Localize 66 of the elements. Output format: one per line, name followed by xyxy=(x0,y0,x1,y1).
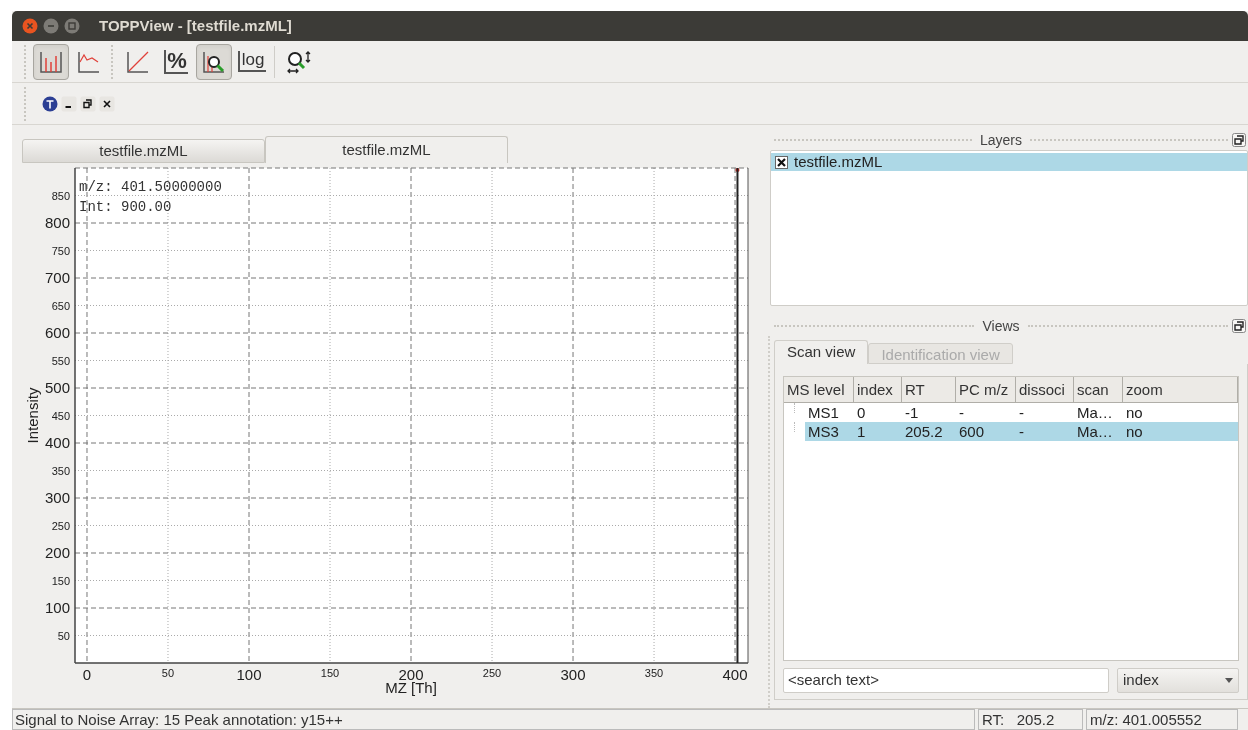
y-tick-label: 150 xyxy=(51,574,70,587)
x-tick-label: 100 xyxy=(236,666,262,683)
column-header[interactable]: PC m/z xyxy=(956,377,1016,402)
table-cell-text: - xyxy=(1018,422,1025,441)
y-tick-label: 500 xyxy=(44,379,70,396)
y-tick-label: 350 xyxy=(51,464,70,477)
table-cell-text: MS1 xyxy=(807,403,840,422)
table-row[interactable]: MS1 0 -1 - - Ma… no xyxy=(805,403,1238,422)
layer-name: testfile.mzML xyxy=(794,151,883,172)
x-tick-label: 250 xyxy=(482,667,502,679)
table-cell-text: 205.2 xyxy=(904,422,944,441)
column-header[interactable]: zoom xyxy=(1123,377,1238,402)
column-header[interactable]: RT xyxy=(902,377,956,402)
status-message: Signal to Noise Array: 15 Peak annotation: y15++ xyxy=(12,709,975,730)
peak-annotation: Int: 900.00 xyxy=(79,199,172,215)
table-cell-text: 600 xyxy=(958,422,986,441)
window-title: TOPPView - [testfile.mzML] xyxy=(99,15,292,36)
search-field[interactable]: <search text> xyxy=(783,668,1109,693)
layer-item[interactable]: testfile.mzML xyxy=(771,153,1247,171)
table-cell-text: Ma… xyxy=(1076,422,1114,441)
y-tick-label: 550 xyxy=(51,354,70,367)
y-tick-label: 100 xyxy=(44,599,70,616)
x-tick-label: 50 xyxy=(161,667,175,679)
table-cell-text: no xyxy=(1125,403,1144,422)
table-cell-text: - xyxy=(1018,403,1025,422)
table-cell-text: 1 xyxy=(856,422,867,441)
y-tick-label: 400 xyxy=(44,434,70,451)
y-tick-label: 50 xyxy=(57,629,70,642)
sort-dropdown[interactable]: index xyxy=(1117,668,1239,693)
mz-readout: m/z: 401.005552 xyxy=(1086,709,1238,730)
x-tick-label: 0 xyxy=(82,666,92,683)
table-cell-text: - xyxy=(958,403,965,422)
y-tick-label: 700 xyxy=(44,269,70,286)
log-button[interactable]: log xyxy=(234,43,270,80)
y-tick-label: 750 xyxy=(51,244,70,257)
table-cell-text: -1 xyxy=(904,403,920,422)
x-tick-label: 350 xyxy=(644,667,664,679)
view-tab[interactable]: Scan view xyxy=(774,340,869,364)
y-tick-label: 300 xyxy=(44,489,70,506)
column-header[interactable]: MS level xyxy=(784,377,854,402)
document-tab[interactable]: testfile.mzML xyxy=(22,139,265,163)
table-cell-text: 0 xyxy=(856,403,867,422)
document-tab[interactable]: testfile.mzML xyxy=(265,136,508,163)
column-header[interactable]: dissoci xyxy=(1016,377,1074,402)
column-header[interactable]: index xyxy=(854,377,902,402)
column-header[interactable]: scan xyxy=(1074,377,1123,402)
y-tick-label: 800 xyxy=(44,214,70,231)
y-tick-label: 600 xyxy=(44,324,70,341)
y-tick-label: 850 xyxy=(51,189,70,202)
y-axis-title: Intensity xyxy=(24,387,41,444)
x-tick-label: 300 xyxy=(560,666,586,683)
y-tick-label: 450 xyxy=(51,409,70,422)
peak-annotation: m/z: 401.50000000 xyxy=(79,179,222,195)
dock-title: Views xyxy=(981,316,1021,336)
table-cell-text: MS3 xyxy=(807,422,840,441)
y-tick-label: 200 xyxy=(44,544,70,561)
dock-title: Layers xyxy=(979,130,1023,150)
y-tick-label: 650 xyxy=(51,299,70,312)
table-cell-text: Ma… xyxy=(1076,403,1114,422)
retention-time-readout: RT: 205.2 xyxy=(978,709,1083,730)
x-tick-label: 400 xyxy=(722,666,748,683)
table-row[interactable]: MS3 1 205.2 600 - Ma… no xyxy=(805,422,1238,441)
y-tick-label: 250 xyxy=(51,519,70,532)
x-tick-label: 150 xyxy=(320,667,340,679)
table-cell-text: no xyxy=(1125,422,1144,441)
percent-button[interactable]: % xyxy=(158,43,194,80)
